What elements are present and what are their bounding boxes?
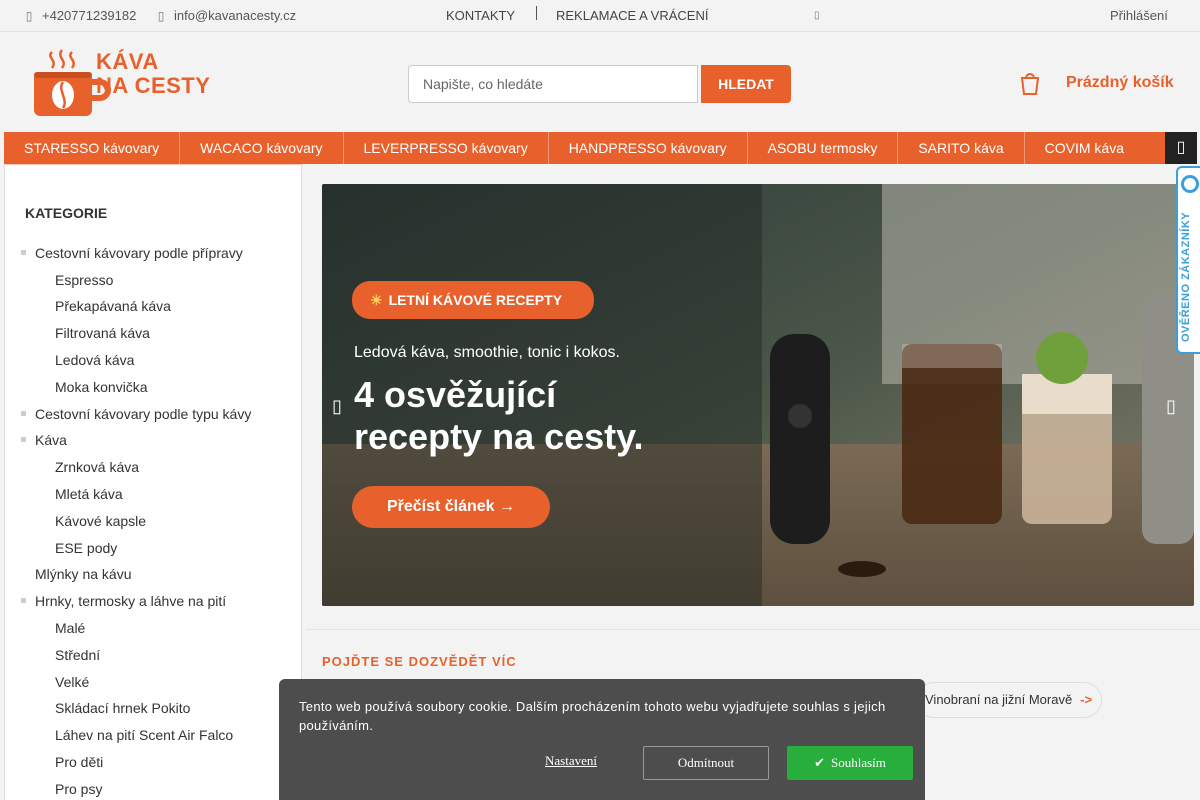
category-item[interactable]: Střední [55,647,100,663]
promo-banner[interactable]: ☀ LETNÍ KÁVOVÉ RECEPTY Ledová káva, smoot… [322,184,1194,606]
chevron-right-icon[interactable]: ▯ [1166,396,1176,417]
email-link[interactable]: ▯ info@kavanacesty.cz [156,0,296,32]
dropdown-icon[interactable]: ▯ [814,0,820,32]
category-item[interactable]: Láhev na pití Scent Air Falco [55,727,233,743]
banner-subtitle: Ledová káva, smoothie, tonic i kokos. [354,344,620,361]
category-item[interactable]: Mlýnky na kávu [35,566,131,582]
topbar-divider [536,6,537,20]
category-item[interactable]: Pro psy [55,781,102,797]
category-item[interactable]: Cestovní kávovary podle typu kávy [21,406,251,422]
phone-number: +420771239182 [42,8,137,23]
cookie-text: Tento web používá soubory cookie. Dalším… [299,699,886,733]
nav-item-leverpresso[interactable]: LEVERPRESSO kávovary [344,132,549,164]
envelope-icon: ▯ [157,9,165,23]
category-item[interactable]: Espresso [55,272,113,288]
category-item[interactable]: Cestovní kávovary podle přípravy [21,245,243,261]
category-item[interactable]: Kávové kapsle [55,513,146,529]
cookie-accept-button[interactable]: ✔ Souhlasím [787,746,913,780]
cart-icon[interactable] [1018,70,1042,96]
banner-cta-button[interactable]: Přečíst článek → [352,486,550,528]
login-link[interactable]: Přihlášení [1110,0,1168,32]
header: KÁVA NA CESTY HLEDAT Prázdný košík [0,32,1200,132]
nav-item-covim[interactable]: COVIM káva [1025,132,1144,164]
cookie-settings-link[interactable]: Nastavení [545,753,597,769]
article-chip[interactable]: Vinobraní na jižní Moravě -> [916,682,1102,718]
bullet-icon [21,250,26,255]
category-item[interactable]: Pro děti [55,754,103,770]
bullet-icon [21,411,26,416]
verified-label: OVĚŘENO ZÁKAZNÍKY [1180,211,1192,342]
phone-icon: ▯ [25,9,33,23]
chevron-left-icon[interactable]: ▯ [332,396,342,417]
arrow-right-icon: -> [1080,692,1093,707]
verified-logo-icon [1181,175,1199,193]
cookie-decline-button[interactable]: Odmítnout [643,746,769,780]
category-item[interactable]: Mletá káva [55,486,123,502]
category-item[interactable]: Překapávaná káva [55,298,171,314]
check-icon: ✔ [814,755,825,770]
bullet-icon [21,437,26,442]
category-item[interactable]: Velké [55,674,89,690]
category-item[interactable]: Moka konvička [55,379,148,395]
cookie-banner: Tento web používá soubory cookie. Dalším… [279,679,925,800]
bullet-icon [21,598,26,603]
verified-badge[interactable]: OVĚŘENO ZÁKAZNÍKY [1176,166,1200,354]
email-address: info@kavanacesty.cz [174,8,297,23]
category-item[interactable]: Malé [55,620,85,636]
nav-item-asobu[interactable]: ASOBU termosky [748,132,899,164]
nav-item-staresso[interactable]: STARESSO kávovary [4,132,181,164]
menu-icon[interactable]: ▯ [1165,132,1197,164]
search-input[interactable] [408,65,698,103]
category-item[interactable]: ESE pody [55,540,117,556]
main-nav: STARESSO kávovary WACACO kávovary LEVERP… [4,132,1197,164]
category-item[interactable]: Skládací hrnek Pokito [55,700,190,716]
contacts-link[interactable]: KONTAKTY [446,0,515,32]
logo-text: KÁVA NA CESTY [96,49,211,98]
nav-item-handpresso[interactable]: HANDPRESSO kávovary [549,132,748,164]
top-bar: ▯ +420771239182 ▯ info@kavanacesty.cz KO… [0,0,1200,32]
category-item[interactable]: Káva [21,432,67,448]
sun-icon: ☀ [370,292,383,308]
banner-badge: ☀ LETNÍ KÁVOVÉ RECEPTY [352,281,594,319]
cart-label[interactable]: Prázdný košík [1066,74,1174,92]
category-item[interactable]: Ledová káva [55,352,134,368]
phone-link[interactable]: ▯ +420771239182 [24,0,137,32]
category-item[interactable]: Hrnky, termosky a láhve na pití [21,593,226,609]
section-title: POJĎTE SE DOZVĚDĚT VÍC [322,654,517,669]
banner-headline: 4 osvěžující recepty na cesty. [354,374,644,457]
sidebar-title: KATEGORIE [25,205,108,221]
section-divider [306,629,1200,630]
nav-item-sarito[interactable]: SARITO káva [898,132,1025,164]
search-button[interactable]: HLEDAT [701,65,791,103]
category-sidebar: KATEGORIE Cestovní kávovary podle přípra… [4,164,302,800]
returns-link[interactable]: REKLAMACE A VRÁCENÍ [556,0,708,32]
category-item[interactable]: Zrnková káva [55,459,139,475]
category-item[interactable]: Filtrovaná káva [55,325,150,341]
nav-item-wacaco[interactable]: WACACO kávovary [180,132,344,164]
